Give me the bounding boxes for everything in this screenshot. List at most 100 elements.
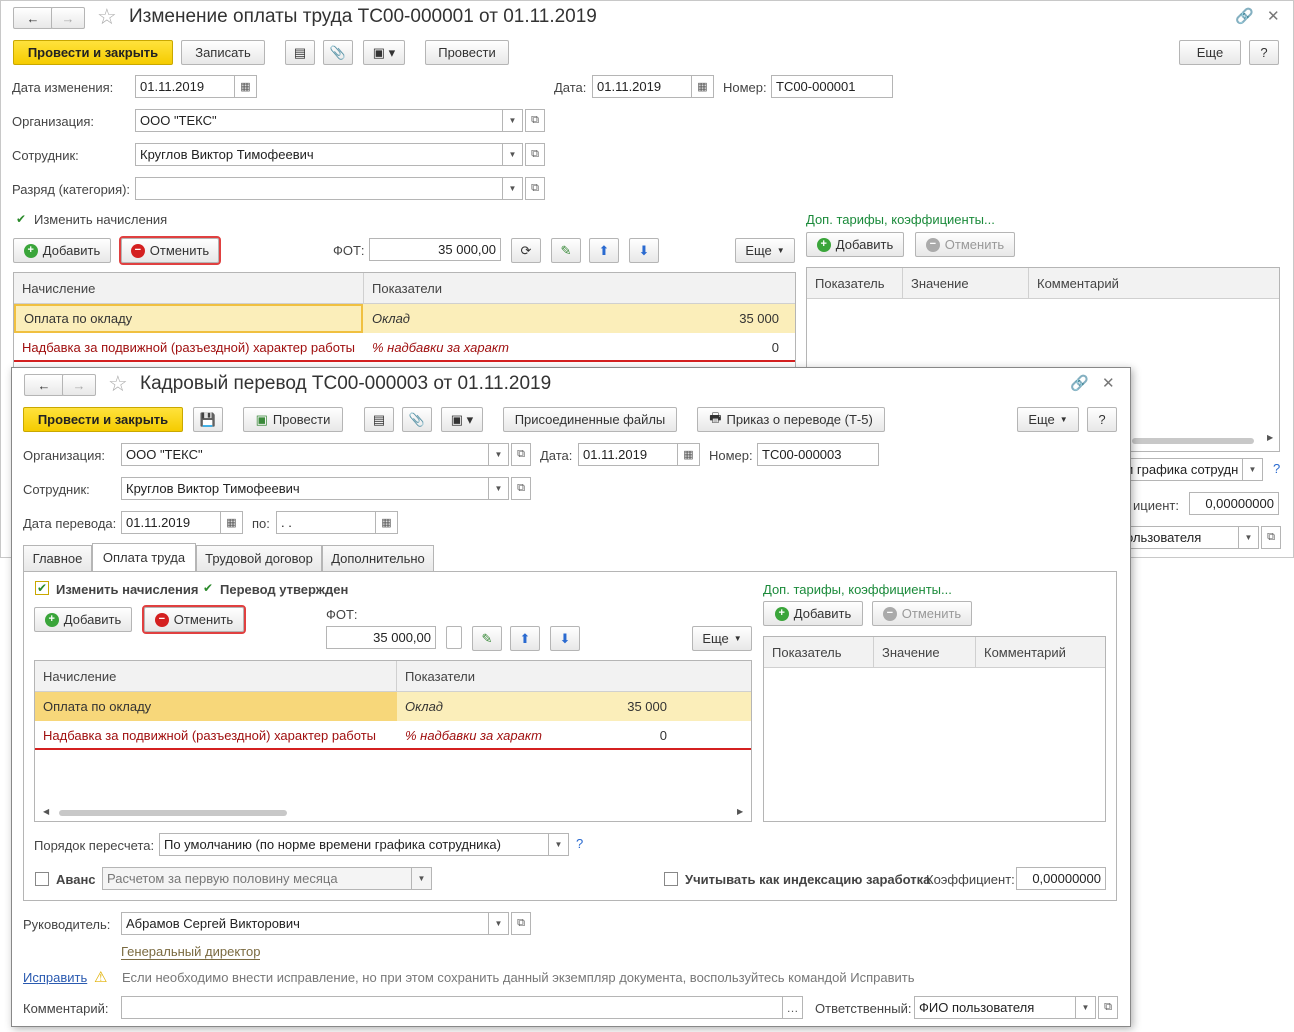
- col-comment[interactable]: Комментарий: [1029, 268, 1279, 299]
- manager-position[interactable]: Генеральный директор: [121, 944, 261, 960]
- back-nav-button[interactable]: ←: [13, 7, 53, 29]
- responsible-field[interactable]: ФИО пользователя: [914, 996, 1076, 1019]
- to-date-field[interactable]: . .: [276, 511, 376, 534]
- create-based-icon[interactable]: ▣ ▾: [363, 40, 405, 65]
- table-row[interactable]: Оплата по окладу Оклад 35 000: [14, 304, 795, 333]
- chevron-down-icon[interactable]: ▼: [1076, 996, 1096, 1019]
- tariff-add-button[interactable]: + Добавить: [806, 232, 904, 257]
- table-row[interactable]: Надбавка за подвижной (разъездной) харак…: [14, 333, 795, 362]
- help-button[interactable]: ?: [1249, 40, 1279, 65]
- chevron-down-icon[interactable]: ▼: [489, 477, 509, 500]
- comment-field[interactable]: [121, 996, 783, 1019]
- open-icon[interactable]: ⧉: [525, 177, 545, 200]
- scroll-right-icon[interactable]: ▶: [737, 807, 743, 816]
- chevron-down-icon[interactable]: ▼: [503, 109, 523, 132]
- help-button[interactable]: ?: [1087, 407, 1117, 432]
- add-button[interactable]: + Добавить: [13, 238, 111, 263]
- attached-files-button[interactable]: Присоединенные файлы: [503, 407, 677, 432]
- col-accrual[interactable]: Начисление: [35, 661, 397, 692]
- create-based-icon[interactable]: ▣ ▾: [441, 407, 483, 432]
- rank-field[interactable]: [135, 177, 503, 200]
- tariff-cancel-button[interactable]: − Отменить: [872, 601, 972, 626]
- col-value[interactable]: Значение: [874, 637, 976, 668]
- scroll-left-icon[interactable]: ◀: [43, 807, 49, 816]
- cancel-button[interactable]: − Отменить: [119, 236, 221, 265]
- number-field[interactable]: ТС00-000003: [757, 443, 879, 466]
- post-button[interactable]: Провести: [425, 40, 509, 65]
- manager-field[interactable]: Абрамов Сергей Викторович: [121, 912, 489, 935]
- list-icon[interactable]: ▤: [364, 407, 394, 432]
- responsible-field-partial[interactable]: ользователя: [1121, 526, 1239, 549]
- more-button[interactable]: Еще ▼: [692, 626, 752, 651]
- add-button[interactable]: + Добавить: [34, 607, 132, 632]
- open-icon[interactable]: ⧉: [525, 109, 545, 132]
- chevron-down-icon[interactable]: ▼: [1243, 458, 1263, 481]
- col-comment[interactable]: Комментарий: [976, 637, 1105, 668]
- col-indicators[interactable]: Показатели: [364, 273, 795, 304]
- chevron-down-icon[interactable]: ▼: [1239, 526, 1259, 549]
- tariffs-link[interactable]: Доп. тарифы, коэффициенты...: [763, 582, 952, 597]
- advance-field[interactable]: Расчетом за первую половину месяца: [102, 867, 412, 890]
- employee-field[interactable]: Круглов Виктор Тимофеевич: [121, 477, 489, 500]
- more-button[interactable]: Еще ▼: [735, 238, 795, 263]
- change-date-field[interactable]: 01.11.2019: [135, 75, 235, 98]
- more-button[interactable]: Еще ▼: [1017, 407, 1079, 432]
- calendar-icon[interactable]: ▦: [678, 443, 700, 466]
- chevron-down-icon[interactable]: ▼: [549, 833, 569, 856]
- scrollbar[interactable]: [59, 810, 287, 816]
- forward-nav-button[interactable]: →: [51, 7, 85, 29]
- more-button[interactable]: Еще: [1179, 40, 1241, 65]
- recalc-field-partial[interactable]: и графика сотрудн: [1121, 458, 1243, 481]
- open-icon[interactable]: ⧉: [525, 143, 545, 166]
- coef-field[interactable]: 0,00000000: [1016, 867, 1106, 890]
- tariffs-link[interactable]: Доп. тарифы, коэффициенты...: [806, 212, 995, 227]
- open-icon[interactable]: ⧉: [511, 477, 531, 500]
- pencil-icon[interactable]: ✎: [472, 626, 502, 651]
- col-accrual[interactable]: Начисление: [14, 273, 364, 304]
- ellipsis-icon[interactable]: …: [783, 996, 803, 1019]
- col-indicator[interactable]: Показатель: [807, 268, 903, 299]
- star-icon[interactable]: ☆: [108, 371, 128, 397]
- org-field[interactable]: ООО "ТЕКС": [121, 443, 489, 466]
- advance-checkbox[interactable]: [35, 872, 49, 886]
- arrow-down-icon[interactable]: ⬇: [550, 626, 580, 651]
- calendar-icon[interactable]: ▦: [235, 75, 257, 98]
- scrollbar[interactable]: [1132, 438, 1254, 444]
- transfer-approved-checkbox[interactable]: ✔: [201, 581, 215, 595]
- cancel-button[interactable]: − Отменить: [142, 605, 246, 634]
- calendar-icon[interactable]: ▦: [692, 75, 714, 98]
- org-field[interactable]: ООО "ТЕКС": [135, 109, 503, 132]
- paperclip-icon[interactable]: 📎: [323, 40, 353, 65]
- date-field[interactable]: 01.11.2019: [578, 443, 678, 466]
- help-icon[interactable]: ?: [576, 836, 583, 851]
- transfer-date-field[interactable]: 01.11.2019: [121, 511, 221, 534]
- pencil-icon[interactable]: ✎: [551, 238, 581, 263]
- number-field[interactable]: ТС00-000001: [771, 75, 893, 98]
- tab-additional[interactable]: Дополнительно: [322, 545, 434, 571]
- save-icon[interactable]: 💾: [193, 407, 223, 432]
- arrow-down-icon[interactable]: ⬇: [629, 238, 659, 263]
- link-icon[interactable]: 🔗: [1235, 7, 1254, 25]
- forward-nav-button[interactable]: →: [62, 374, 96, 396]
- close-icon[interactable]: ✕: [1102, 374, 1115, 392]
- chevron-down-icon[interactable]: ▼: [489, 443, 509, 466]
- scroll-right-icon[interactable]: ▶: [1267, 433, 1273, 442]
- calendar-icon[interactable]: ▦: [376, 511, 398, 534]
- tariff-cancel-button[interactable]: − Отменить: [915, 232, 1015, 257]
- paperclip-icon[interactable]: 📎: [402, 407, 432, 432]
- post-button[interactable]: ▣ Провести: [243, 407, 343, 432]
- chevron-down-icon[interactable]: ▼: [412, 867, 432, 890]
- fot-field[interactable]: 35 000,00: [326, 626, 436, 649]
- tariff-add-button[interactable]: + Добавить: [763, 601, 863, 626]
- chevron-down-icon[interactable]: ▼: [503, 143, 523, 166]
- post-close-button[interactable]: Провести и закрыть: [23, 407, 183, 432]
- change-accruals-checkbox[interactable]: ✔: [14, 212, 28, 226]
- star-icon[interactable]: ☆: [97, 4, 117, 30]
- recalc-field[interactable]: По умолчанию (по норме времени графика с…: [159, 833, 549, 856]
- post-close-button[interactable]: Провести и закрыть: [13, 40, 173, 65]
- col-value[interactable]: Значение: [903, 268, 1029, 299]
- tab-main[interactable]: Главное: [23, 545, 92, 571]
- close-icon[interactable]: ✕: [1267, 7, 1280, 25]
- table-row[interactable]: Надбавка за подвижной (разъездной) харак…: [35, 721, 751, 750]
- date-field[interactable]: 01.11.2019: [592, 75, 692, 98]
